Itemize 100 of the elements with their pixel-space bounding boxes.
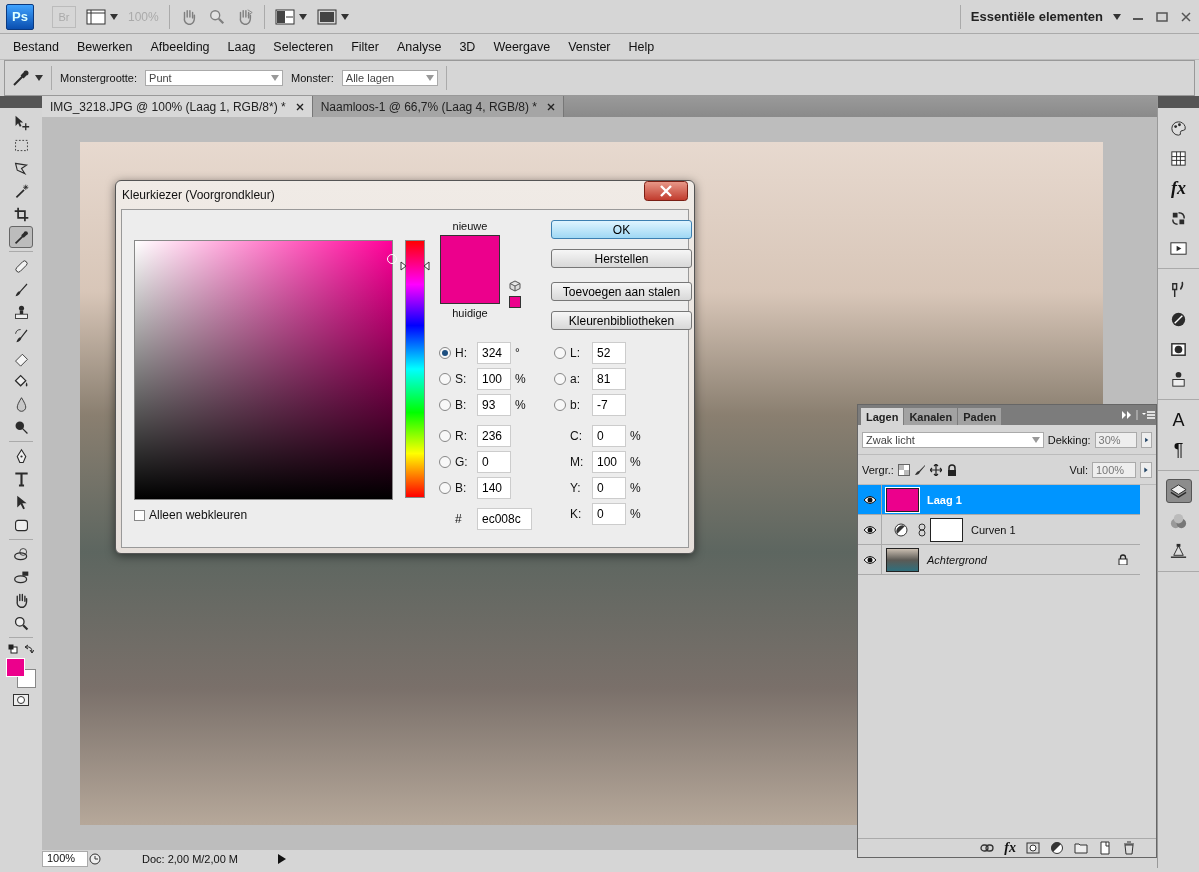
value-input[interactable]: 324 (477, 342, 511, 364)
eyedropper-icon[interactable] (11, 68, 31, 88)
radio-button[interactable] (439, 373, 451, 385)
value-input[interactable]: 100 (477, 368, 511, 390)
menu-item[interactable]: 3D (450, 36, 485, 57)
menu-item[interactable]: Filter (342, 36, 388, 57)
arrange-documents-icon[interactable] (274, 8, 295, 25)
panel-tab[interactable]: Lagen (861, 408, 904, 425)
radio-button[interactable] (439, 347, 451, 359)
dropdown-arrow-icon[interactable] (271, 75, 280, 81)
close-icon[interactable] (546, 102, 555, 111)
dialog-button[interactable]: Toevoegen aan stalen (551, 282, 692, 301)
menu-item[interactable]: Bestand (4, 36, 68, 57)
value-input[interactable]: 0 (477, 451, 511, 473)
hue-slider-handle[interactable] (400, 260, 430, 271)
adjustment-icon[interactable] (1050, 841, 1064, 855)
menu-item[interactable]: Bewerken (67, 36, 142, 57)
value-input[interactable]: 0 (592, 503, 626, 525)
close-button[interactable] (644, 181, 688, 201)
caret-icon[interactable] (110, 13, 118, 20)
maximize-icon[interactable] (1155, 9, 1169, 24)
swap-colors-icon[interactable] (24, 644, 34, 654)
radio-button[interactable] (554, 373, 566, 385)
menu-item[interactable]: Venster (559, 36, 620, 57)
brush-lock-icon[interactable] (913, 463, 926, 476)
value-input[interactable]: 236 (477, 425, 511, 447)
eye-icon[interactable] (862, 524, 877, 535)
dialog-button[interactable]: Kleurenbibliotheken (551, 311, 692, 330)
caret-icon[interactable] (340, 13, 349, 20)
trash-icon[interactable] (1122, 841, 1136, 855)
film-strip-icon[interactable] (86, 8, 106, 25)
radio-button[interactable] (554, 347, 566, 359)
layer-style-button[interactable]: fx (1004, 840, 1016, 856)
value-input[interactable]: 0 (592, 477, 626, 499)
menu-item[interactable]: Analyse (387, 36, 451, 57)
new-layer-icon[interactable] (1098, 841, 1112, 855)
layer-row[interactable]: Achtergrond (858, 545, 1140, 575)
dropdown-arrow-icon[interactable] (425, 75, 434, 81)
menu-item[interactable]: Weergave (484, 36, 560, 57)
folder-icon[interactable] (1074, 841, 1088, 855)
value-input[interactable]: 140 (477, 477, 511, 499)
sample-dropdown[interactable]: Alle lagen (341, 70, 438, 86)
link-icon[interactable] (980, 841, 995, 855)
web-safe-color-swatch[interactable] (509, 296, 521, 308)
stopwatch-icon[interactable] (88, 853, 102, 865)
menu-item[interactable]: Selecteren (264, 36, 343, 57)
menu-item[interactable]: Laag (218, 36, 265, 57)
layers-icon[interactable] (1165, 479, 1192, 503)
panel-icon[interactable]: fx (1165, 176, 1192, 200)
panel-tab[interactable]: Paden (958, 408, 1002, 425)
transparency-lock-icon[interactable] (897, 463, 910, 476)
value-input[interactable]: 81 (592, 368, 626, 390)
default-colors-icon[interactable] (8, 644, 18, 654)
screen-mode-icon[interactable] (316, 8, 337, 25)
panel-menu-icon[interactable] (1120, 409, 1156, 421)
sample-size-dropdown[interactable]: Punt (145, 70, 284, 86)
caret-icon[interactable] (298, 13, 307, 20)
value-input[interactable]: 93 (477, 394, 511, 416)
dialog-button[interactable]: Herstellen (551, 249, 692, 268)
mask-icon[interactable] (1026, 841, 1040, 855)
document-tab[interactable]: IMG_3218.JPG @ 100% (Laag 1, RGB/8*) * (42, 96, 313, 117)
dropdown-arrow-icon[interactable] (1031, 436, 1040, 443)
play-arrow-icon[interactable] (278, 854, 286, 864)
radio-button[interactable] (439, 399, 451, 411)
hex-input[interactable]: ec008c (477, 508, 532, 530)
color-swatches[interactable] (6, 658, 36, 688)
eyedropper-icon[interactable] (9, 226, 33, 248)
panel-icon[interactable]: A (1165, 408, 1192, 432)
color-field[interactable] (134, 240, 393, 500)
radio-button[interactable] (554, 399, 566, 411)
cube-icon[interactable] (509, 280, 521, 292)
fill-field[interactable]: 100% (1092, 461, 1136, 478)
hue-slider[interactable] (400, 240, 430, 498)
caret-icon[interactable] (1113, 13, 1121, 20)
move-lock-icon[interactable] (929, 463, 942, 476)
radio-button[interactable] (439, 482, 451, 494)
quick-mask-icon[interactable] (13, 694, 29, 706)
document-tab[interactable]: Naamloos-1 @ 66,7% (Laag 4, RGB/8) * (312, 96, 564, 117)
value-input[interactable]: 100 (592, 451, 626, 473)
lock-icon[interactable] (945, 463, 958, 476)
radio-button[interactable] (439, 430, 451, 442)
eye-icon[interactable] (862, 494, 877, 505)
dialog-button[interactable]: OK (551, 220, 692, 239)
opacity-field[interactable]: 30% (1094, 431, 1137, 448)
zoom-field[interactable]: 100% (42, 851, 88, 867)
caret-icon[interactable] (35, 75, 43, 81)
eye-icon[interactable] (862, 554, 877, 565)
workspace-switcher[interactable]: Essentiële elementen (970, 9, 1103, 24)
panel-tab[interactable]: Kanalen (904, 408, 958, 425)
close-icon[interactable] (1179, 9, 1193, 24)
value-input[interactable]: 52 (592, 342, 626, 364)
value-input[interactable]: 0 (592, 425, 626, 447)
layer-row[interactable]: Curven 1 (858, 515, 1140, 545)
blend-mode-dropdown[interactable]: Zwak licht (862, 431, 1044, 448)
chain-icon[interactable] (918, 522, 926, 537)
radio-button[interactable] (439, 456, 451, 468)
panel-icon[interactable]: ¶ (1165, 438, 1192, 462)
value-input[interactable]: -7 (592, 394, 626, 416)
menu-item[interactable]: Afbeelding (141, 36, 219, 57)
close-icon[interactable] (295, 102, 304, 111)
